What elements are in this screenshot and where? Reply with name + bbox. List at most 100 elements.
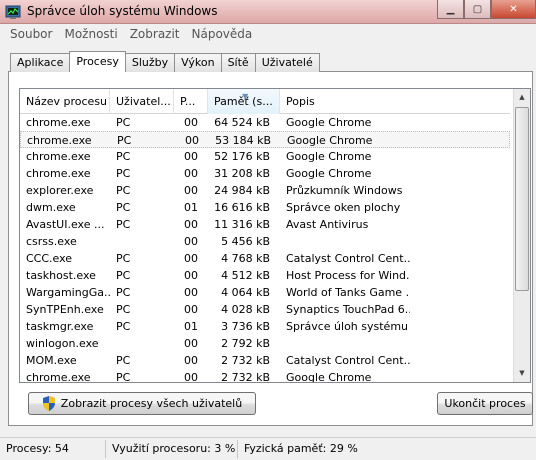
process-cpu-cell: 00 [184,218,198,231]
process-user-cell: PC [116,303,131,316]
status-processes: Procesy: 54 [0,440,106,458]
status-bar: Procesy: 54 Využití procesoru: 3 % Fyzic… [0,437,536,460]
column-header-memory[interactable]: ▼ Paměť (s... [208,89,280,114]
sort-arrow-icon: ▼ [242,92,249,101]
process-user-cell: PC [116,167,131,180]
process-rows: chrome.exe PC 00 64 524 kB Google Chrome chro… [20,114,510,383]
column-header-name[interactable]: Název procesu [20,89,110,114]
process-memory-cell: 53 184 kB [215,134,271,147]
table-row[interactable]: AvastUI.exe ... PC 00 11 316 kB Avast Antivi… [20,216,510,233]
process-user-cell: PC [116,354,131,367]
table-row[interactable]: MOM.exe PC 00 2 732 kB Catalyst Control Cent… [20,352,510,369]
column-header-description[interactable]: Popis [280,89,410,114]
column-header-cpu[interactable]: P... [174,89,208,114]
process-memory-cell: 24 984 kB [214,184,270,197]
process-memory-cell: 4 064 kB [221,286,270,299]
table-row[interactable]: dwm.exe PC 01 16 616 kB Správce oken plochy [20,199,510,216]
process-list[interactable]: Název procesu Uživatel... P... ▼ Paměť (… [19,88,531,383]
show-all-users-button[interactable]: Zobrazit procesy všech uživatelů [28,392,256,415]
end-process-label: Ukončit proces [444,397,526,410]
table-row[interactable]: chrome.exe PC 00 53 184 kB Google Chrome [20,131,510,148]
process-user-cell: PC [116,286,131,299]
process-memory-cell: 3 736 kB [221,320,270,333]
process-description-cell: Synaptics TouchPad 6... [286,303,410,316]
table-row[interactable]: chrome.exe PC 00 31 208 kB Google Chrome [20,165,510,182]
process-user-cell: PC [116,184,131,197]
process-description-cell [280,233,410,250]
scroll-down-arrow-icon[interactable]: ▼ [514,365,530,382]
process-cpu-cell: 00 [184,337,198,350]
window-title: Správce úloh systému Windows [27,4,218,18]
process-name-cell: SynTPEnh.exe [26,303,104,316]
process-description-cell: Catalyst Control Cent... [286,252,410,265]
process-user-cell [110,335,174,352]
process-name-cell: chrome.exe [27,134,92,147]
process-memory-cell: 2 732 kB [221,371,270,383]
process-description-cell: Správce oken plochy [286,201,401,214]
process-name-cell: MOM.exe [26,354,77,367]
process-user-cell [110,233,174,250]
tab-vykon[interactable]: Výkon [174,53,222,72]
process-cpu-cell: 00 [184,371,198,383]
process-cpu-cell: 00 [184,252,198,265]
process-memory-cell: 64 524 kB [214,116,270,129]
process-name-cell: winlogon.exe [26,337,99,350]
process-description-cell: Avast Antivirus [286,218,369,231]
vertical-scrollbar[interactable]: ▲ ▼ [513,89,530,382]
scroll-up-arrow-icon[interactable]: ▲ [514,89,530,106]
process-cpu-cell: 00 [185,134,199,147]
process-description-cell: Google Chrome [286,371,372,383]
menu-zobrazit[interactable]: Zobrazit [124,27,186,41]
process-cpu-cell: 00 [184,184,198,197]
tab-sluzby[interactable]: Služby [124,53,176,72]
table-row[interactable]: explorer.exe PC 00 24 984 kB Průzkumník Wind… [20,182,510,199]
process-name-cell: WargamingGa... [26,286,110,299]
process-name-cell: CCC.exe [26,252,73,265]
process-cpu-cell: 01 [184,320,198,333]
table-row[interactable]: WargamingGa... PC 00 4 064 kB World of Tanks… [20,284,510,301]
table-row[interactable]: CCC.exe PC 00 4 768 kB Catalyst Control Cent… [20,250,510,267]
tab-strip: Aplikace Procesy Služby Výkon Sítě Uživa… [10,51,320,72]
uac-shield-icon [42,396,55,411]
process-user-cell: PC [116,269,131,282]
process-description-cell: Průzkumník Windows [286,184,403,197]
menu-bar: Soubor Možnosti Zobrazit Nápověda [0,24,536,44]
menu-moznosti[interactable]: Možnosti [58,27,123,41]
table-row[interactable]: chrome.exe PC 00 64 524 kB Google Chrome [20,114,510,131]
close-icon: ✕ [509,3,518,15]
maximize-button[interactable]: ▢ [464,0,491,19]
process-name-cell: chrome.exe [26,371,91,383]
end-process-button[interactable]: Ukončit proces [437,392,533,415]
tab-uzivatele[interactable]: Uživatelé [254,53,320,72]
table-row[interactable]: SynTPEnh.exe PC 00 4 028 kB Synaptics TouchP… [20,301,510,318]
table-row[interactable]: csrss.exe 00 5 456 kB [20,233,510,250]
close-button[interactable]: ✕ [491,0,536,19]
table-row[interactable]: chrome.exe PC 00 52 176 kB Google Chrome [20,148,510,165]
table-row[interactable]: chrome.exe PC 00 2 732 kB Google Chrome [20,369,510,383]
process-memory-cell: 4 028 kB [221,303,270,316]
process-description-cell [280,335,410,352]
process-name-cell: csrss.exe [26,235,77,248]
process-description-cell: Host Process for Wind... [286,269,410,282]
process-user-cell: PC [116,252,131,265]
process-user-cell: PC [116,320,131,333]
process-name-cell: AvastUI.exe ... [26,218,105,231]
tab-aplikace[interactable]: Aplikace [10,53,71,72]
table-row[interactable]: winlogon.exe 00 2 792 kB [20,335,510,352]
minimize-button[interactable]: ▁ [437,0,464,19]
process-description-cell: Google Chrome [286,167,372,180]
scrollbar-thumb[interactable] [515,107,529,291]
table-row[interactable]: taskhost.exe PC 00 4 512 kB Host Process for… [20,267,510,284]
process-memory-cell: 2 792 kB [221,337,270,350]
process-memory-cell: 52 176 kB [214,150,270,163]
tab-site[interactable]: Sítě [220,53,256,72]
minimize-icon: ▁ [446,3,455,15]
process-description-cell: Google Chrome [286,150,372,163]
menu-soubor[interactable]: Soubor [4,27,58,41]
table-row[interactable]: taskmgr.exe PC 01 3 736 kB Správce úloh syst… [20,318,510,335]
column-header-user[interactable]: Uživatel... [110,89,174,114]
process-cpu-cell: 00 [184,116,198,129]
title-bar[interactable]: Správce úloh systému Windows ▁ ▢ ✕ [0,0,536,24]
menu-napoveda[interactable]: Nápověda [186,27,259,41]
tab-procesy[interactable]: Procesy [69,51,126,72]
